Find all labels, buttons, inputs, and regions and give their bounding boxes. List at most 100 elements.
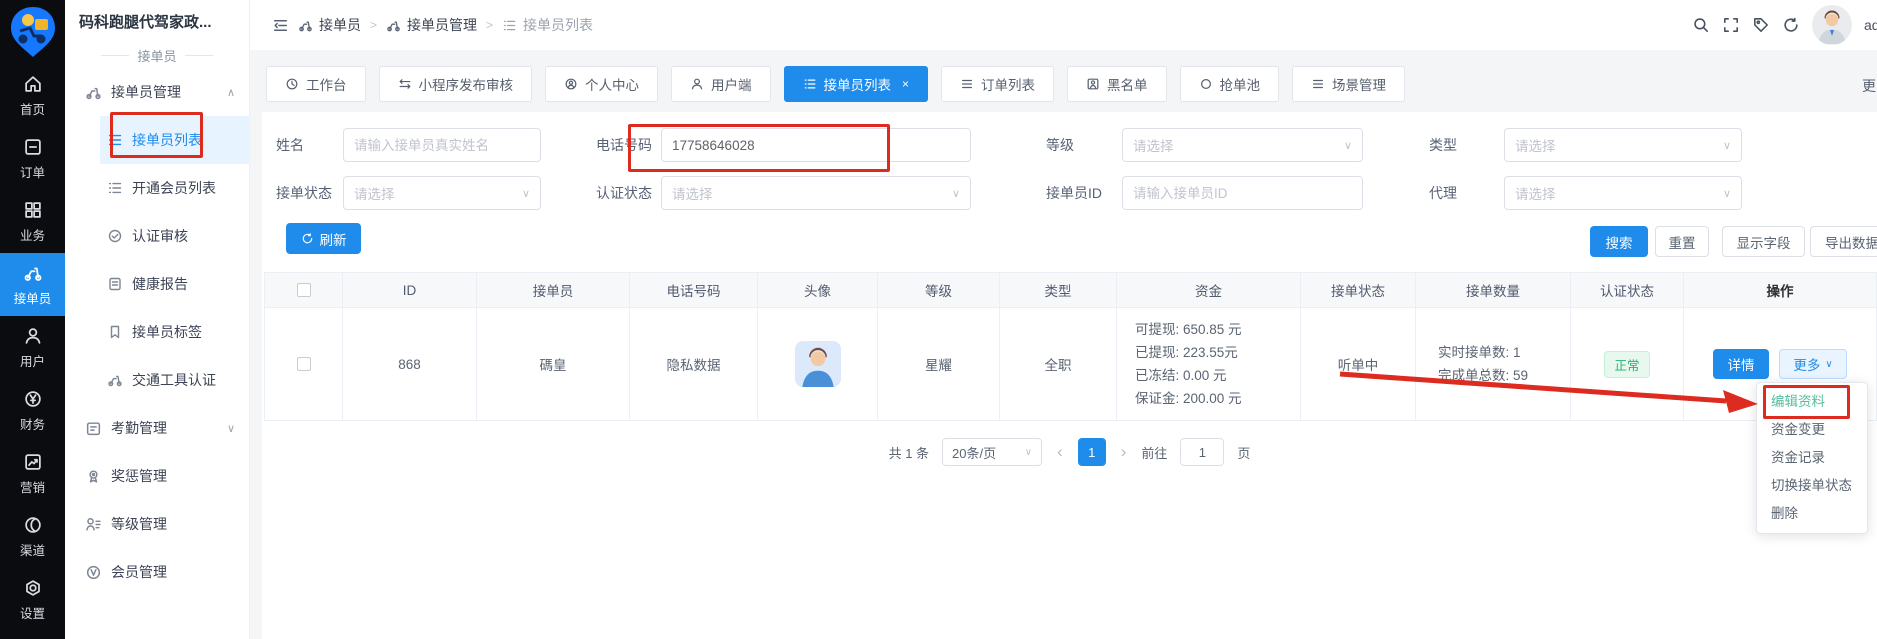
- sidebar-item-reward-punishment[interactable]: 奖惩管理: [65, 452, 249, 500]
- filter-order-status: 接单状态 请选择 ∨: [276, 176, 541, 210]
- tab-personal-center[interactable]: 个人中心: [545, 66, 658, 102]
- select-placeholder: 请选择: [1515, 135, 1556, 155]
- sidebar-item-health-report[interactable]: 健康报告: [65, 260, 249, 308]
- next-page-icon[interactable]: ›: [1119, 442, 1129, 462]
- tab-courier-list[interactable]: 接单员列表 ×: [784, 66, 929, 102]
- tag-icon[interactable]: [1752, 16, 1770, 34]
- courier-avatar[interactable]: [795, 341, 841, 387]
- sidebar-item-label: 交通工具认证: [132, 370, 216, 390]
- close-icon[interactable]: ×: [902, 77, 909, 91]
- rail-item-orders[interactable]: 订单: [0, 127, 65, 190]
- page-number-active[interactable]: 1: [1078, 438, 1106, 466]
- table-header-row: ID 接单员 电话号码 头像 等级 类型 资金 接单状态 接单数量 认证状态 操…: [265, 273, 1876, 307]
- reset-button[interactable]: 重置: [1655, 226, 1709, 257]
- rail-item-users[interactable]: 用户: [0, 316, 65, 379]
- sidebar-item-member-open-list[interactable]: 开通会员列表: [65, 164, 249, 212]
- fullscreen-icon[interactable]: [1722, 16, 1740, 34]
- select-all-checkbox[interactable]: [297, 283, 311, 297]
- goto-page-input[interactable]: [1180, 438, 1224, 466]
- swap-arrows-icon: [398, 77, 412, 91]
- rail-item-marketing[interactable]: 营销: [0, 442, 65, 505]
- tab-user-client[interactable]: 用户端: [671, 66, 771, 102]
- type-select[interactable]: 请选择 ∨: [1504, 128, 1742, 162]
- breadcrumb-separator: >: [370, 18, 377, 32]
- sidebar-item-label: 接单员列表: [132, 130, 202, 150]
- refresh-button[interactable]: 刷新: [286, 223, 361, 254]
- scooter-icon: [298, 18, 313, 33]
- search-button[interactable]: 搜索: [1590, 226, 1648, 257]
- courier-table: ID 接单员 电话号码 头像 等级 类型 资金 接单状态 接单数量 认证状态 操…: [264, 272, 1877, 421]
- rail-item-home[interactable]: 首页: [0, 64, 65, 127]
- username[interactable]: adm: [1864, 17, 1877, 33]
- sidebar-item-vehicle-certification[interactable]: 交通工具认证: [65, 356, 249, 404]
- prev-page-icon[interactable]: ‹: [1055, 442, 1065, 462]
- search-icon[interactable]: [1692, 16, 1710, 34]
- grid-icon: [23, 200, 43, 220]
- total-count: 共 1 条: [889, 443, 929, 462]
- button-label: 搜索: [1606, 232, 1633, 252]
- breadcrumb-item-courier[interactable]: 接单员: [298, 15, 361, 35]
- courier-id-input[interactable]: [1133, 186, 1352, 201]
- cell-order-counts: 实时接单数: 1 完成单总数: 59: [1416, 308, 1571, 420]
- sidebar-item-courier-list[interactable]: 接单员列表: [100, 116, 249, 164]
- export-data-button[interactable]: 导出数据: [1810, 226, 1877, 257]
- tab-blacklist[interactable]: 黑名单: [1067, 66, 1167, 102]
- order-status-select[interactable]: 请选择 ∨: [343, 176, 541, 210]
- select-placeholder: 请选择: [1133, 135, 1174, 155]
- level-select[interactable]: 请选择 ∨: [1122, 128, 1363, 162]
- column-header-courier: 接单员: [477, 273, 630, 307]
- tab-label: 个人中心: [585, 74, 639, 94]
- user-avatar[interactable]: [1812, 5, 1852, 45]
- sidebar-item-courier-management[interactable]: 接单员管理 ∧: [65, 68, 249, 116]
- app-logo[interactable]: [0, 0, 65, 64]
- name-input[interactable]: [354, 138, 530, 153]
- filter-auth-status: 认证状态 请选择 ∨: [596, 176, 971, 210]
- auth-status-select[interactable]: 请选择 ∨: [661, 176, 971, 210]
- circle-icon: [1199, 77, 1213, 91]
- breadcrumb: 接单员 > 接单员管理 > 接单员列表: [250, 15, 593, 35]
- menu-item-fund-change[interactable]: 资金变更: [1757, 416, 1867, 444]
- sidebar-item-member-management[interactable]: 会员管理: [65, 548, 249, 596]
- rail-item-settings[interactable]: 设置: [0, 568, 65, 631]
- menu-item-switch-order-status[interactable]: 切换接单状态: [1757, 472, 1867, 500]
- filter-type: 类型 请选择 ∨: [1429, 128, 1742, 162]
- sidebar-item-label: 接单员标签: [132, 322, 202, 342]
- tab-workbench[interactable]: 工作台: [266, 66, 366, 102]
- menu-fold-icon[interactable]: [272, 17, 289, 34]
- phone-input[interactable]: [672, 138, 960, 153]
- sidebar-item-attendance-management[interactable]: 考勤管理 ∨: [65, 404, 249, 452]
- rail-item-couriers[interactable]: 接单员: [0, 253, 65, 316]
- sidebar-group-title: 接单员: [65, 42, 249, 68]
- menu-item-delete[interactable]: 删除: [1757, 500, 1867, 528]
- button-label: 显示字段: [1737, 232, 1791, 252]
- menu-item-fund-record[interactable]: 资金记录: [1757, 444, 1867, 472]
- funds-withdrawn: 已提现: 223.55元: [1135, 341, 1238, 364]
- more-button[interactable]: 更多 ∨: [1779, 349, 1847, 379]
- refresh-icon[interactable]: [1782, 16, 1800, 34]
- rail-item-channels[interactable]: 渠道: [0, 505, 65, 568]
- rail-item-business[interactable]: 业务: [0, 190, 65, 253]
- breadcrumb-item-courier-management[interactable]: 接单员管理: [386, 15, 477, 35]
- show-fields-button[interactable]: 显示字段: [1722, 226, 1805, 257]
- rail-item-finance[interactable]: 财务: [0, 379, 65, 442]
- chevron-down-icon: ∨: [1825, 359, 1832, 370]
- detail-button[interactable]: 详情: [1713, 349, 1769, 379]
- tab-scene-management[interactable]: 场景管理: [1292, 66, 1405, 102]
- tab-order-list[interactable]: 订单列表: [941, 66, 1054, 102]
- tabs-more-button[interactable]: 更: [1862, 76, 1876, 96]
- agent-select[interactable]: 请选择 ∨: [1504, 176, 1742, 210]
- scooter-logo-icon: [8, 5, 58, 59]
- sidebar-item-certification-review[interactable]: 认证审核: [65, 212, 249, 260]
- button-label: 更多: [1793, 354, 1820, 374]
- sidebar-item-label: 会员管理: [111, 562, 167, 582]
- sidebar-item-level-management[interactable]: 等级管理: [65, 500, 249, 548]
- tab-miniprogram-review[interactable]: 小程序发布审核: [379, 66, 533, 102]
- sidebar-item-courier-tags[interactable]: 接单员标签: [65, 308, 249, 356]
- page-size-select[interactable]: 20条/页 ∨: [942, 438, 1042, 466]
- chevron-down-icon: ∨: [227, 422, 235, 435]
- row-checkbox[interactable]: [297, 357, 311, 371]
- tab-order-pool[interactable]: 抢单池: [1180, 66, 1280, 102]
- menu-item-edit-profile[interactable]: 编辑资料: [1757, 388, 1867, 416]
- rail-label: 业务: [20, 225, 45, 244]
- rail-label: 首页: [20, 99, 45, 118]
